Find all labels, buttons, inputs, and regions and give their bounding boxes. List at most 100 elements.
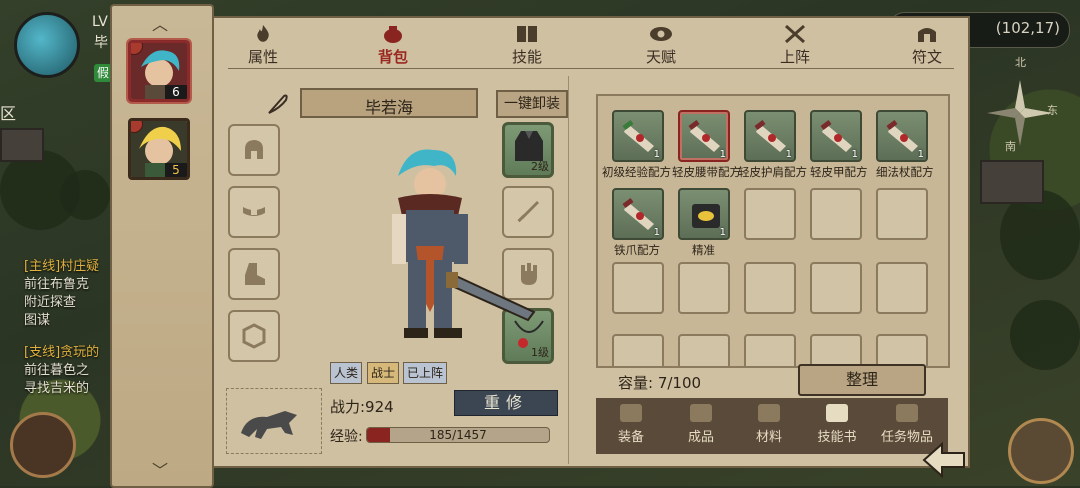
map-tree [1010, 300, 1080, 370]
tab-bar: 属性 背包 技能 天赋 上阵 符文 [214, 18, 968, 74]
inventory-slot[interactable]: 1 [678, 188, 730, 240]
back-arrow-icon[interactable] [920, 440, 970, 480]
inventory-slot[interactable] [612, 262, 664, 314]
ore-icon [758, 404, 780, 422]
inventory-slot[interactable]: 1 [612, 188, 664, 240]
potion-icon [690, 404, 712, 422]
item-name: 轻皮护肩配方 [738, 165, 807, 179]
deployed-tag: 已上阵 [403, 362, 448, 384]
area-label: 区 [0, 104, 17, 123]
book-icon [517, 26, 537, 42]
quest-side-line: 前往暮色之 [24, 363, 90, 378]
character-level: 5 [165, 163, 187, 177]
exp-label: 经验: [330, 429, 363, 445]
tab-skills[interactable]: 技能 [492, 22, 562, 70]
compass-north: 北 [1015, 56, 1026, 69]
unequip-all-button[interactable]: 一键卸装 [496, 90, 568, 118]
item-name: 轻皮甲配方 [810, 165, 868, 179]
inventory-slot[interactable] [810, 188, 862, 240]
race-tag: 人类 [330, 362, 363, 384]
inventory-slot[interactable] [612, 334, 664, 366]
scroll-up-icon[interactable]: ︿ [148, 17, 172, 33]
character-level: 6 [165, 85, 187, 99]
inventory-grid: 1 1 1 1 1 初级经验配方 轻皮腰带配方 轻皮护肩配方 轻皮甲配方 细法杖… [596, 94, 950, 368]
boots-slot[interactable] [228, 248, 280, 300]
ring-slot[interactable] [228, 310, 280, 362]
belt-icon [243, 207, 265, 216]
tab-talent[interactable]: 天赋 [626, 22, 696, 70]
map-building [980, 160, 1044, 204]
eye-icon [650, 27, 672, 41]
coordinates: (102,17) [995, 19, 1060, 37]
category-label: 技能书 [817, 430, 857, 445]
item-count: 1 [851, 149, 858, 160]
inventory-slot[interactable]: 1 [810, 110, 862, 162]
quest-main-tag: [主线]村庄疑 [24, 259, 100, 274]
inventory-slot[interactable]: 1 [612, 110, 664, 162]
map-tree [60, 170, 110, 220]
hero-portrait [392, 149, 536, 338]
inventory-slot[interactable] [678, 262, 730, 314]
inventory-slot[interactable] [678, 334, 730, 366]
tab-divider [228, 68, 954, 69]
category-label: 成品 [687, 430, 714, 445]
item-count: 1 [653, 149, 660, 160]
category-label: 材料 [755, 430, 782, 445]
helmet-slot[interactable] [228, 124, 280, 176]
item-name: 轻皮腰带配方 [672, 165, 741, 179]
inventory-slot[interactable]: 1 [678, 110, 730, 162]
scroll-down-icon[interactable]: ﹀ [148, 463, 172, 479]
belt-slot[interactable] [228, 186, 280, 238]
player-level: LV [92, 14, 108, 30]
category-skill-books[interactable]: 技能书 [806, 402, 868, 450]
inventory-slot[interactable] [744, 334, 796, 366]
horn-icon[interactable] [10, 412, 76, 478]
inventory-slot[interactable] [810, 334, 862, 366]
item-count: 1 [719, 149, 726, 160]
player-avatar[interactable] [14, 12, 80, 78]
pet-slot[interactable] [226, 388, 322, 454]
wolf-icon [241, 411, 297, 439]
inventory-slot[interactable]: 1 [876, 110, 928, 162]
tab-label: 天赋 [645, 48, 676, 66]
category-materials[interactable]: 材料 [738, 402, 800, 450]
tab-deploy[interactable]: 上阵 [760, 22, 830, 70]
boots-icon [245, 263, 265, 285]
inventory-slot[interactable] [876, 334, 928, 366]
category-products[interactable]: 成品 [670, 402, 732, 450]
compass-south: 南 [1005, 140, 1016, 153]
item-name: 精准 [692, 243, 715, 257]
tab-attributes[interactable]: 属性 [228, 22, 298, 70]
character-card[interactable]: 5 [128, 118, 190, 180]
inventory-slot[interactable]: 1 [744, 110, 796, 162]
inventory-slot[interactable] [876, 262, 928, 314]
sort-button[interactable]: 整理 [798, 364, 926, 396]
panel-divider [568, 76, 569, 464]
category-label: 装备 [617, 430, 644, 445]
house-icon[interactable] [1008, 418, 1074, 484]
reforge-button[interactable]: 重修 [454, 390, 558, 416]
quest-side-line: 寻找吉米的 [24, 381, 90, 396]
character-card[interactable]: 6 [128, 40, 190, 102]
feather-icon[interactable] [266, 92, 290, 116]
inventory-slot[interactable] [876, 188, 928, 240]
item-count: 1 [719, 227, 726, 238]
hammer-icon [620, 404, 642, 422]
tab-label: 背包 [377, 48, 408, 66]
tab-runes[interactable]: 符文 [892, 22, 962, 70]
item-name: 细法杖配方 [876, 165, 934, 179]
inventory-slot[interactable] [810, 262, 862, 314]
ring-icon [242, 323, 266, 349]
inventory-slot[interactable] [744, 262, 796, 314]
category-equipment[interactable]: 装备 [600, 402, 662, 450]
quest-main-line: 图谋 [24, 313, 51, 328]
hero-name-banner: 毕若海 [300, 88, 478, 118]
map-building [0, 128, 44, 162]
quest-side[interactable]: [支线]贪玩的 前往暮色之 寻找吉米的 [24, 344, 99, 398]
exp-bar: 185/1457 [366, 427, 550, 443]
class-tag: 战士 [367, 362, 400, 384]
quest-main[interactable]: [主线]村庄疑 前往布鲁克 附近探查 图谋 [24, 258, 99, 330]
tab-bag[interactable]: 背包 [358, 22, 428, 70]
inventory-slot[interactable] [744, 188, 796, 240]
character-list: ︿ 6 5 ﹀ [110, 4, 214, 488]
